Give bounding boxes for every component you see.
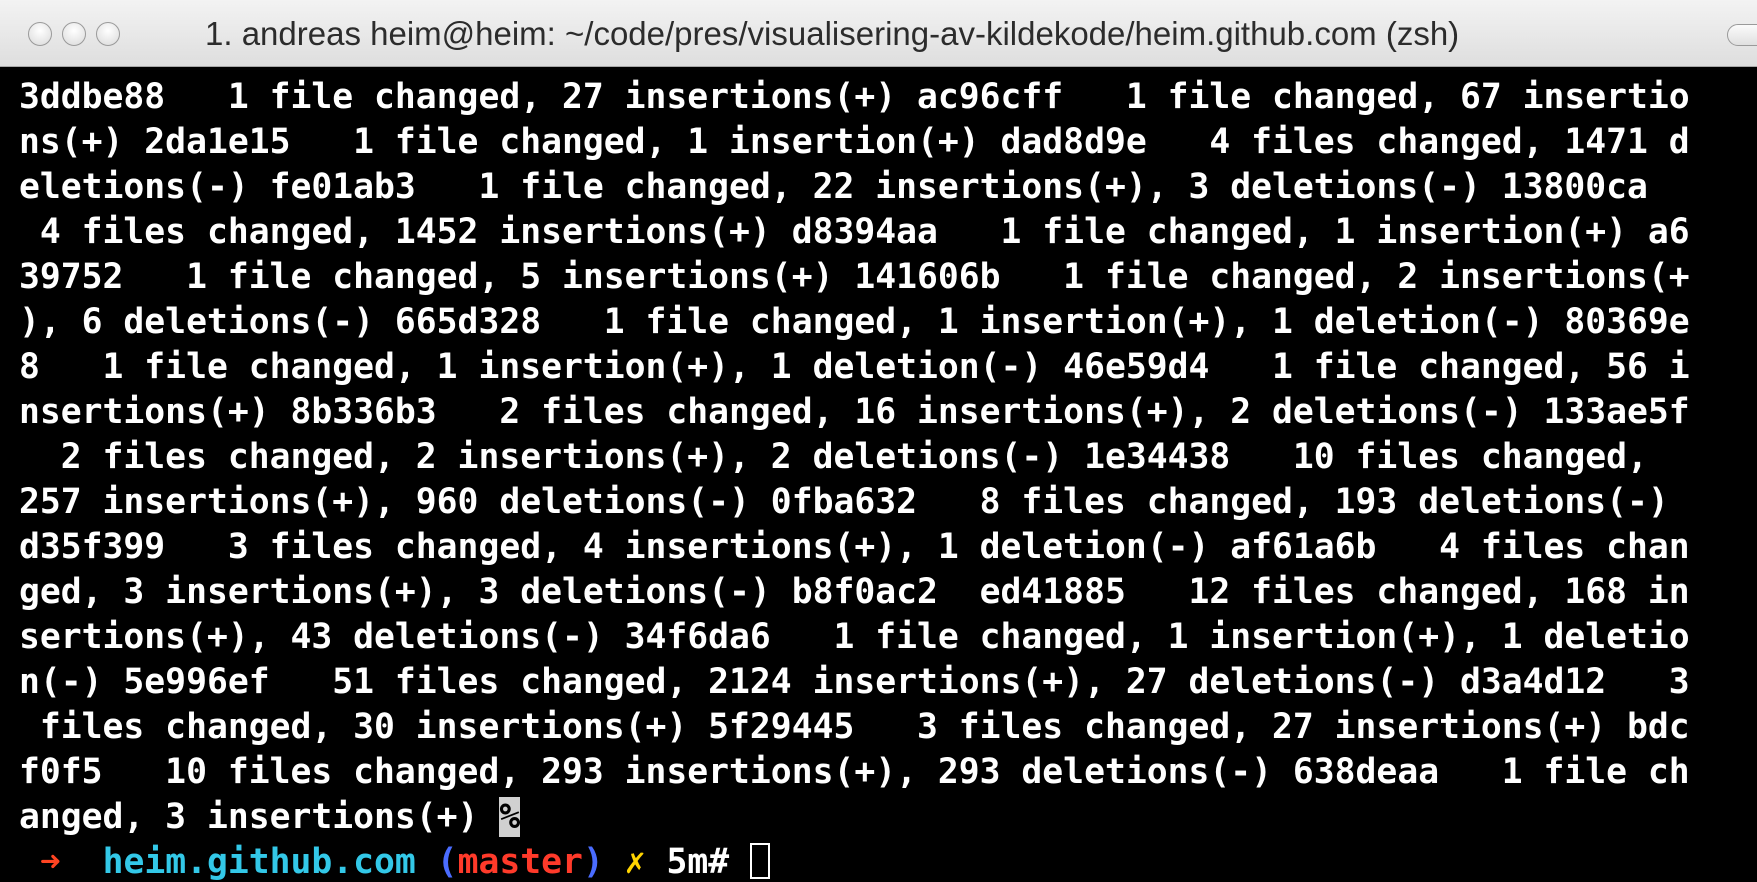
output-line: nsertions(+) 8b336b3 2 files changed, 16… — [19, 392, 1690, 432]
zoom-button[interactable] — [96, 22, 120, 46]
output-line: 4 files changed, 1452 insertions(+) d839… — [19, 212, 1690, 252]
end-of-output-marker: % — [499, 797, 521, 837]
output-line: files changed, 30 insertions(+) 5f29445 … — [19, 707, 1690, 747]
output-text: anged, 3 insertions(+) — [19, 797, 500, 837]
terminal-content[interactable]: 3ddbe88 1 file changed, 27 insertions(+)… — [0, 67, 1757, 882]
toolbar-toggle-button[interactable] — [1727, 24, 1757, 46]
output-line: d35f399 3 files changed, 4 insertions(+)… — [19, 527, 1690, 567]
title-bar[interactable]: 1. andreas heim@heim: ~/code/pres/visual… — [0, 0, 1757, 67]
prompt-directory: heim.github.com — [102, 842, 416, 882]
output-line-last: anged, 3 insertions(+) % — [19, 795, 521, 840]
text-cursor[interactable] — [750, 843, 771, 879]
window-title: 1. andreas heim@heim: ~/code/pres/visual… — [205, 15, 1460, 52]
minimize-button[interactable] — [62, 22, 86, 46]
prompt-paren-open: ( — [436, 842, 458, 882]
terminal-window: 1. andreas heim@heim: ~/code/pres/visual… — [0, 0, 1757, 882]
output-line: eletions(-) fe01ab3 1 file changed, 22 i… — [19, 167, 1648, 207]
output-line: f0f5 10 files changed, 293 insertions(+)… — [19, 752, 1690, 792]
git-dirty-icon: ✗ — [624, 842, 646, 882]
output-line: 8 1 file changed, 1 insertion(+), 1 dele… — [19, 347, 1690, 387]
output-line: ged, 3 insertions(+), 3 deletions(-) b8f… — [19, 572, 1690, 612]
prompt-elapsed-time: 5m# — [666, 842, 730, 882]
output-line: 2 files changed, 2 insertions(+), 2 dele… — [19, 437, 1648, 477]
prompt-line[interactable]: ➜ heim.github.com (master) ✗ 5m# — [19, 840, 771, 882]
output-line: 257 insertions(+), 960 deletions(-) 0fba… — [19, 482, 1669, 522]
output-line: ), 6 deletions(-) 665d328 1 file changed… — [19, 302, 1690, 342]
prompt-paren-close: ) — [582, 842, 604, 882]
output-line: ns(+) 2da1e15 1 file changed, 1 insertio… — [19, 122, 1690, 162]
output-line: 39752 1 file changed, 5 insertions(+) 14… — [19, 257, 1690, 297]
output-line: 3ddbe88 1 file changed, 27 insertions(+)… — [19, 77, 1690, 117]
close-button[interactable] — [28, 22, 52, 46]
output-line: n(-) 5e996ef 51 files changed, 2124 inse… — [19, 662, 1690, 702]
prompt-git-branch: master — [457, 842, 583, 882]
prompt-arrow-icon: ➜ — [39, 842, 61, 882]
output-line: sertions(+), 43 deletions(-) 34f6da6 1 f… — [19, 617, 1690, 657]
